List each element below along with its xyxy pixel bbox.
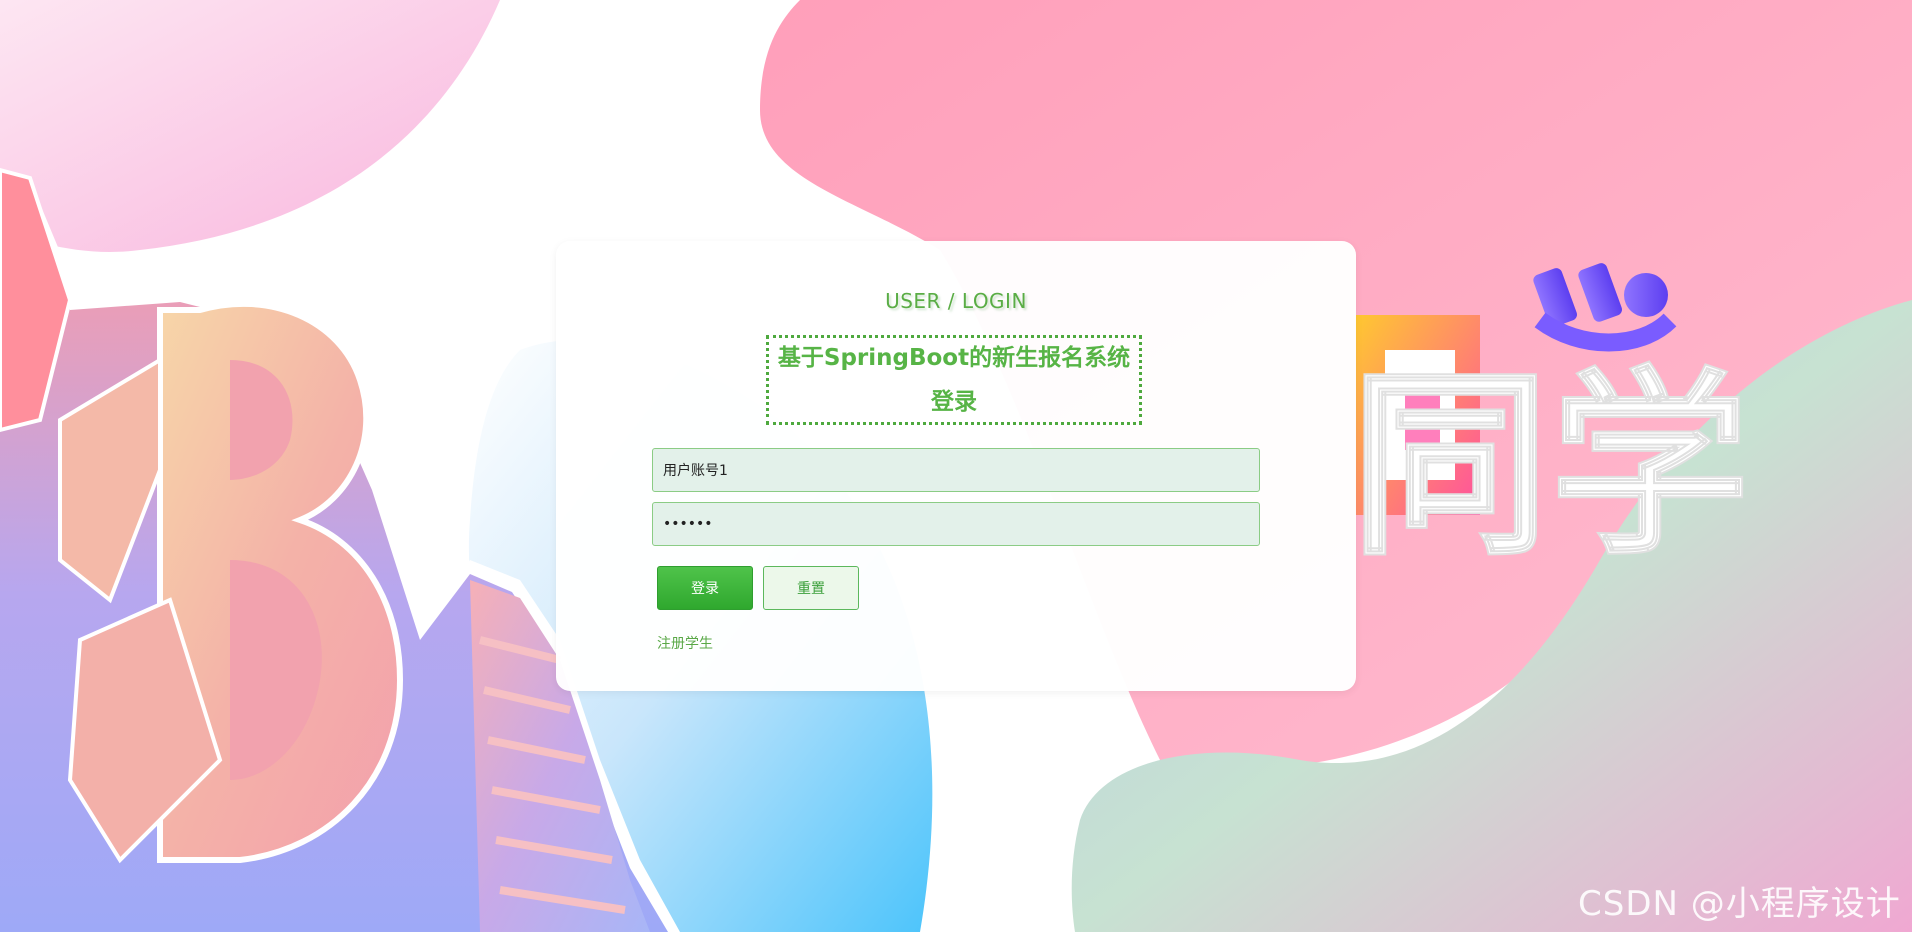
svg-text:同学: 同学: [1350, 350, 1750, 583]
register-student-link[interactable]: 注册学生: [657, 633, 713, 653]
login-button[interactable]: 登录: [657, 566, 753, 610]
system-title-box: 基于SpringBoot的新生报名系统登录: [766, 335, 1142, 425]
login-page: 同学 USER / LOGIN 基于SpringBoot的新生报名系统登录 登录…: [0, 0, 1912, 932]
login-subtitle: USER / LOGIN: [885, 289, 1027, 313]
csdn-watermark: CSDN @小程序设计: [1578, 884, 1901, 924]
password-input[interactable]: [652, 502, 1260, 546]
system-title: 基于SpringBoot的新生报名系统登录: [777, 345, 1131, 415]
account-input[interactable]: [652, 448, 1260, 492]
reset-button[interactable]: 重置: [763, 566, 859, 610]
login-card: USER / LOGIN 基于SpringBoot的新生报名系统登录 登录 重置…: [556, 241, 1356, 691]
